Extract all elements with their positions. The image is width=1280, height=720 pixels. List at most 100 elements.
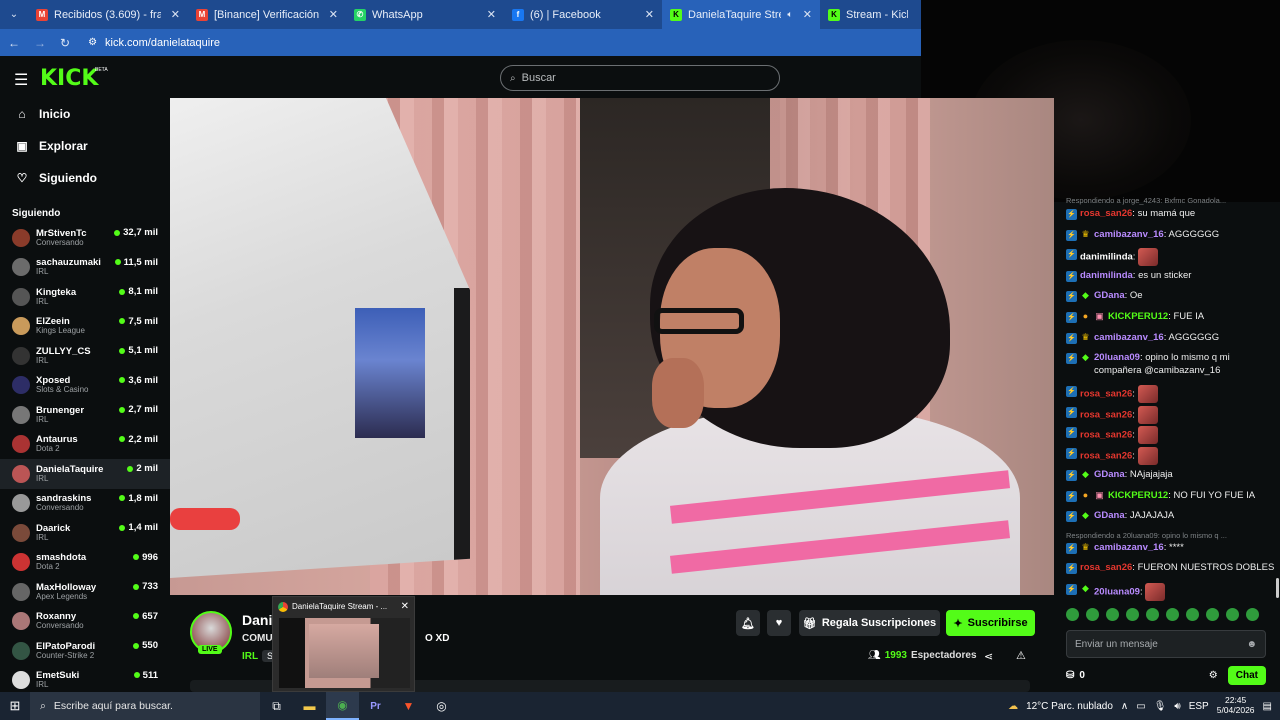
obs-icon[interactable]: ◎ [425, 692, 458, 720]
emote-icon[interactable] [1146, 608, 1159, 621]
task-view-icon[interactable]: ⧉ [260, 692, 293, 720]
taskbar-search[interactable]: ⌕ Escribe aquí para buscar. [30, 692, 260, 720]
followed-channel[interactable]: smashdota Dota 2 996 [0, 548, 170, 578]
chat-settings-icon[interactable]: ⚙ [1209, 670, 1218, 681]
hamburger-menu-icon[interactable]: ☰ [14, 70, 28, 90]
follow-heart-button[interactable]: ♥ [767, 610, 791, 636]
site-settings-icon[interactable]: ⚙ [88, 37, 97, 48]
followed-channel[interactable]: Daarick IRL 1,4 mil [0, 518, 170, 548]
chat-username[interactable]: camibazanv_16 [1094, 229, 1164, 240]
followed-channel[interactable]: ElPatoParodi Counter-Strike 2 550 [0, 636, 170, 666]
close-icon[interactable]: ✕ [401, 601, 409, 612]
stream-category[interactable]: IRL [242, 651, 258, 662]
browser-tab[interactable]: K Stream - Kick Dashboa [820, 0, 916, 29]
followed-channel[interactable]: Brunenger IRL 2,7 mil [0, 400, 170, 430]
emote-icon[interactable] [1166, 608, 1179, 621]
chat-username[interactable]: 20luana09 [1094, 352, 1140, 363]
notification-bell-button[interactable]: 🔔︎ [736, 610, 760, 636]
chat-username[interactable]: rosa_san26 [1080, 562, 1132, 573]
nav-item-explorar[interactable]: ▣ Explorar [0, 130, 170, 162]
browser-tab[interactable]: M Recibidos (3.609) - franzmc202 ✕ [28, 0, 188, 29]
browser-tab[interactable]: M [Binance] Verificación de inicio ✕ [188, 0, 346, 29]
close-tab-icon[interactable]: ✕ [171, 8, 180, 21]
search-input[interactable]: ⌕ Buscar [500, 65, 780, 91]
chat-message[interactable]: ⚡ ♛ camibazanv_16: AGGGGGG [1066, 229, 1278, 242]
emote-icon[interactable] [1186, 608, 1199, 621]
gift-subs-button[interactable]: 🎁︎ Regala Suscripciones [799, 610, 940, 636]
followed-channel[interactable]: EmetSuki IRL 511 [0, 666, 170, 693]
followed-channel[interactable]: DanielaTaquire IRL 2 mil [0, 459, 170, 489]
nav-item-inicio[interactable]: ⌂ Inicio [0, 98, 170, 130]
chat-message[interactable]: ⚡ ♛ camibazanv_16: AGGGGGG [1066, 332, 1278, 345]
chat-username[interactable]: rosa_san26 [1080, 410, 1132, 421]
close-tab-icon[interactable]: ✕ [803, 8, 812, 21]
followed-channel[interactable]: Roxanny Conversando 657 [0, 607, 170, 637]
brave-icon[interactable]: ▼ [392, 692, 425, 720]
emoji-icon[interactable]: ☻ [1246, 639, 1257, 650]
chat-username[interactable]: KICKPERU12 [1108, 490, 1168, 501]
url-field[interactable]: ⚙ kick.com/danielataquire [88, 37, 220, 49]
emote-icon[interactable] [1246, 608, 1259, 621]
followed-channel[interactable]: Antaurus Dota 2 2,2 mil [0, 430, 170, 460]
speaker-icon[interactable]: 🔈︎ [787, 9, 792, 20]
chat-username[interactable]: danimilinda [1080, 270, 1133, 281]
report-icon[interactable]: ⚠ [1016, 649, 1026, 662]
chat-message[interactable]: ⚡ ● ▣ KICKPERU12: FUE IA [1066, 311, 1278, 324]
browser-tab[interactable]: ✆ WhatsApp ✕ [346, 0, 504, 29]
speaker-icon[interactable]: 🔊︎ [1174, 701, 1180, 712]
premiere-icon[interactable]: Pr [359, 692, 392, 720]
forward-icon[interactable]: → [34, 36, 46, 50]
file-explorer-icon[interactable]: ▬ [293, 692, 326, 720]
kick-logo[interactable]: KICK [40, 66, 98, 91]
followed-channel[interactable]: MaxHolloway Apex Legends 733 [0, 577, 170, 607]
close-tab-icon[interactable]: ✕ [329, 8, 338, 21]
network-icon[interactable]: ▭ [1136, 701, 1145, 712]
chat-message[interactable]: ⚡ ● ▣ KICKPERU12: NO FUI YO FUE IA [1066, 490, 1278, 503]
followed-channel[interactable]: MrStivenTc Conversando 32,7 mil [0, 223, 170, 253]
chat-scrollbar[interactable] [1276, 578, 1279, 598]
chat-username[interactable]: rosa_san26 [1080, 451, 1132, 462]
taskbar-thumbnail-preview[interactable]: DanielaTaquire Stream - ... ✕ [272, 596, 415, 692]
chat-message[interactable]: ⚡ rosa_san26: FUERON NUESTROS DOBLES [1066, 562, 1278, 575]
emote-icon[interactable] [1066, 608, 1079, 621]
chat-message[interactable]: ⚡ rosa_san26: [1066, 426, 1278, 444]
browser-tab[interactable]: K DanielaTaquire Stream - W 🔈︎ ✕ [662, 0, 820, 29]
chat-message[interactable]: ⚡ ◆ GDana: JAJAJAJA [1066, 510, 1278, 523]
chat-message[interactable]: ⚡ ◆ 20luana09: opino lo mismo q mi compañe… [1066, 352, 1278, 378]
chat-username[interactable]: rosa_san26 [1080, 208, 1132, 219]
chat-username[interactable]: rosa_san26 [1080, 389, 1132, 400]
streamer-name[interactable]: Dani [242, 612, 272, 628]
chat-message[interactable]: ⚡ rosa_san26: su mamá que [1066, 208, 1278, 221]
chat-username[interactable]: GDana [1094, 510, 1125, 521]
browser-tab[interactable]: f (6) | Facebook ✕ [504, 0, 662, 29]
emote-icon[interactable] [1106, 608, 1119, 621]
microphone-icon[interactable]: 🎙︎ [1154, 701, 1167, 712]
clock[interactable]: 22:45 5/04/2026 [1217, 695, 1255, 716]
notifications-icon[interactable]: ▤ [1263, 701, 1272, 712]
chat-message[interactable]: ⚡ danimilinda: es un sticker [1066, 270, 1278, 283]
emote-icon[interactable] [1206, 608, 1219, 621]
reload-icon[interactable]: ↻ [60, 36, 70, 50]
chat-username[interactable]: GDana [1094, 290, 1125, 301]
url-text[interactable]: kick.com/danielataquire [105, 37, 220, 49]
back-icon[interactable]: ← [8, 36, 20, 50]
chat-message[interactable]: ⚡ ◆ GDana: Oe [1066, 290, 1278, 303]
chat-username[interactable]: 20luana09 [1094, 587, 1140, 598]
emote-icon[interactable] [1126, 608, 1139, 621]
followed-channel[interactable]: sachauzumaki IRL 11,5 mil [0, 253, 170, 283]
followed-channel[interactable]: sandraskins Conversando 1,8 mil [0, 489, 170, 519]
chat-message[interactable]: ⚡ rosa_san26: [1066, 447, 1278, 465]
nav-item-siguiendo[interactable]: ♡ Siguiendo [0, 162, 170, 194]
video-player[interactable] [170, 98, 1054, 595]
chat-message[interactable]: ⚡ ◆ 20luana09: [1066, 583, 1278, 601]
weather-text[interactable]: 12°C Parc. nublado [1026, 701, 1113, 712]
emote-icon[interactable] [1226, 608, 1239, 621]
followed-channel[interactable]: Xposed Slots & Casino 3,6 mil [0, 371, 170, 401]
followed-channel[interactable]: Kingteka IRL 8,1 mil [0, 282, 170, 312]
subscribe-button[interactable]: ✦ Suscribirse [946, 610, 1035, 636]
chat-send-button[interactable]: Chat [1227, 665, 1266, 685]
close-tab-icon[interactable]: ✕ [645, 8, 654, 21]
chat-username[interactable]: camibazanv_16 [1094, 332, 1164, 343]
channel-points[interactable]: ⛁ 0 [1066, 670, 1085, 681]
emote-icon[interactable] [1086, 608, 1099, 621]
